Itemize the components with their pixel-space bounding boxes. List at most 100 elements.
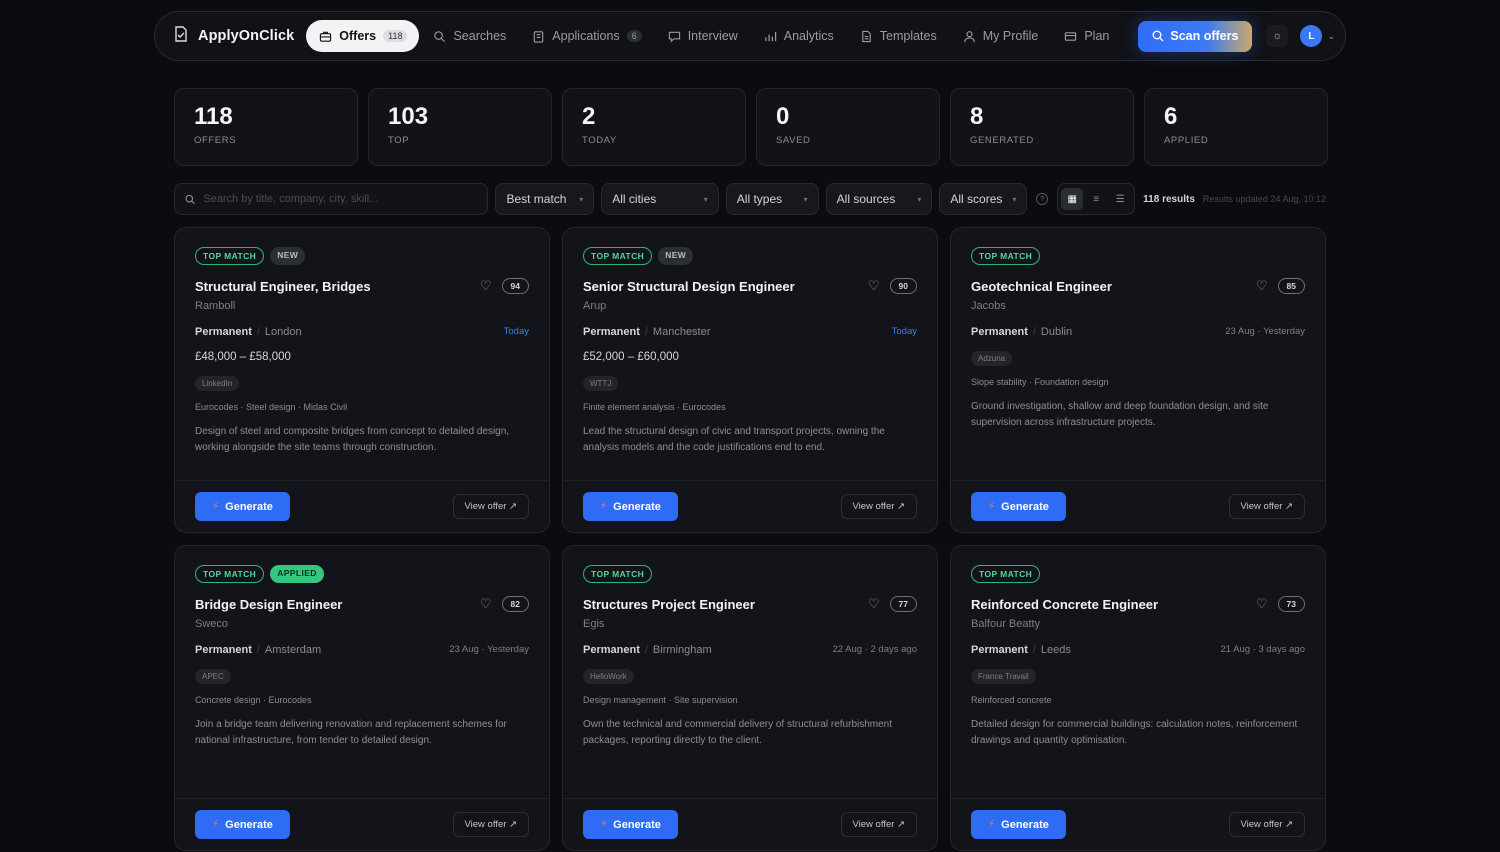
sort-select-value: Best match (506, 192, 567, 206)
nav-item-label: Searches (453, 29, 507, 43)
score-select[interactable]: All scores ▾ (939, 183, 1028, 215)
description: Own the technical and commercial deliver… (583, 719, 893, 746)
salary: £52,000 – £60,000 (583, 351, 679, 363)
meta-row: Permanent / Dublin 23 Aug · Yesterday (971, 325, 1305, 338)
job-title[interactable]: Bridge Design Engineer (195, 597, 480, 612)
offer-card-body: TOP MATCH Structures Project Engineer ♡ 77 E… (563, 546, 937, 800)
chat-icon (668, 30, 681, 43)
search-input[interactable] (203, 193, 478, 205)
generate-button[interactable]: ⚡ Generate (195, 810, 290, 839)
nav-item-offers[interactable]: Offers 118 (306, 20, 420, 52)
grid-view-icon[interactable]: ▦ (1061, 188, 1084, 210)
company-name: Sweco (195, 618, 229, 630)
bolt-icon: ⚡ (212, 819, 220, 830)
title-row: Geotechnical Engineer ♡ 85 (971, 277, 1305, 295)
meta-row: Permanent / Leeds 21 Aug · 3 days ago (971, 643, 1305, 656)
heart-icon[interactable]: ♡ (1256, 596, 1268, 612)
job-city: London (264, 325, 302, 338)
bolt-icon: ⚡ (988, 501, 996, 512)
type-select-value: All types (736, 192, 783, 206)
heart-icon[interactable]: ♡ (1256, 278, 1268, 294)
job-title[interactable]: Structures Project Engineer (583, 597, 868, 612)
nav-item-my-profile[interactable]: My Profile (951, 20, 1051, 52)
stat-card-saved: 0 SAVED (756, 88, 940, 166)
briefcase-icon (319, 30, 332, 43)
description: Join a bridge team delivering renovation… (195, 719, 507, 746)
generate-button[interactable]: ⚡ Generate (971, 492, 1066, 521)
results-count: 118 results (1143, 193, 1195, 205)
job-city: Dublin (1040, 325, 1073, 338)
nav-item-templates[interactable]: Templates (848, 20, 949, 52)
generate-button[interactable]: ⚡ Generate (583, 810, 678, 839)
view-offer-button[interactable]: View offer ↗ (1228, 812, 1305, 837)
generate-label: Generate (225, 818, 273, 831)
source-select[interactable]: All sources ▾ (825, 183, 933, 215)
company-name: Arup (583, 300, 607, 312)
bolt-icon: ⚡ (988, 819, 996, 830)
stats-row: 118 OFFERS 103 TOP 2 TODAY 0 SAVED 8 GENERATED 6 AP… (174, 88, 1328, 166)
offer-card: TOP MATCH APPLIED Bridge Design Engineer ♡ 8… (174, 545, 550, 851)
document-icon (860, 30, 873, 43)
heart-icon[interactable]: ♡ (868, 278, 880, 294)
generate-label: Generate (1001, 818, 1049, 831)
title-row: Structural Engineer, Bridges ♡ 94 (195, 277, 529, 295)
view-offer-button[interactable]: View offer ↗ (840, 812, 917, 837)
description: Ground investigation, shallow and deep f… (971, 401, 1269, 428)
help-icon[interactable]: ? (1036, 193, 1049, 205)
heart-icon[interactable]: ♡ (480, 596, 492, 612)
generate-button[interactable]: ⚡ Generate (583, 492, 678, 521)
badge-applied: APPLIED (270, 565, 324, 583)
nav-item-applications[interactable]: Applications 6 (520, 20, 653, 52)
search-icon (433, 30, 446, 43)
view-offer-button[interactable]: View offer ↗ (452, 812, 529, 837)
contract-type: Permanent (971, 643, 1028, 656)
nav-item-label: Plan (1084, 29, 1110, 43)
generate-button[interactable]: ⚡ Generate (195, 492, 290, 521)
city-select-value: All cities (612, 192, 657, 206)
chevron-down-icon: ▾ (1012, 194, 1017, 204)
heart-icon[interactable]: ♡ (868, 596, 880, 612)
match-score-badge: 85 (1277, 278, 1305, 294)
nav-item-interview[interactable]: Interview (656, 20, 750, 52)
contract-type: Permanent (195, 325, 252, 338)
view-offer-button[interactable]: View offer ↗ (452, 494, 529, 519)
account-menu[interactable]: L ⌄ (1300, 25, 1335, 47)
job-title[interactable]: Senior Structural Design Engineer (583, 279, 868, 294)
stat-label: SAVED (776, 135, 811, 146)
source-row: APEC (195, 656, 529, 684)
meta-row: Permanent / Birmingham 22 Aug · 2 days ago (583, 643, 917, 656)
avatar: L (1300, 25, 1323, 47)
nav-item-searches[interactable]: Searches (421, 20, 518, 52)
list-view-icon[interactable]: ≡ (1085, 188, 1107, 210)
stat-label: OFFERS (194, 135, 237, 146)
separator: / (644, 325, 648, 338)
brand[interactable]: ApplyOnClick (173, 25, 294, 47)
nav-item-plan[interactable]: Plan (1052, 20, 1121, 52)
skills: Reinforced concrete (971, 695, 1052, 705)
offer-card: TOP MATCH NEW Structural Engineer, Bridges… (174, 227, 550, 533)
nav-item-analytics[interactable]: Analytics (752, 20, 846, 52)
badge-row: TOP MATCH (583, 565, 917, 583)
contract-type: Permanent (971, 325, 1028, 338)
sort-select[interactable]: Best match ▾ (495, 183, 595, 215)
generate-button[interactable]: ⚡ Generate (971, 810, 1066, 839)
job-title[interactable]: Reinforced Concrete Engineer (971, 597, 1256, 612)
job-title[interactable]: Geotechnical Engineer (971, 279, 1256, 294)
city-select[interactable]: All cities ▾ (601, 183, 719, 215)
company-name: Egis (583, 618, 605, 630)
compact-view-icon[interactable]: ☰ (1109, 188, 1131, 210)
chevron-down-icon: ▾ (703, 194, 708, 204)
offer-card: TOP MATCH Geotechnical Engineer ♡ 85 Jacobs P… (950, 227, 1326, 533)
view-offer-button[interactable]: View offer ↗ (1228, 494, 1305, 519)
job-title[interactable]: Structural Engineer, Bridges (195, 279, 480, 294)
type-select[interactable]: All types ▾ (725, 183, 819, 215)
skills: Slope stability · Foundation design (971, 377, 1109, 387)
generate-label: Generate (613, 818, 661, 831)
posted-date: 23 Aug · Yesterday (1225, 326, 1305, 337)
view-offer-button[interactable]: View offer ↗ (840, 494, 917, 519)
theme-toggle-button[interactable]: ☼ (1266, 25, 1289, 47)
contract-type: Permanent (583, 643, 640, 656)
scan-offers-button[interactable]: Scan offers (1138, 20, 1253, 52)
heart-icon[interactable]: ♡ (480, 278, 492, 294)
posted-date: Today (891, 326, 917, 337)
